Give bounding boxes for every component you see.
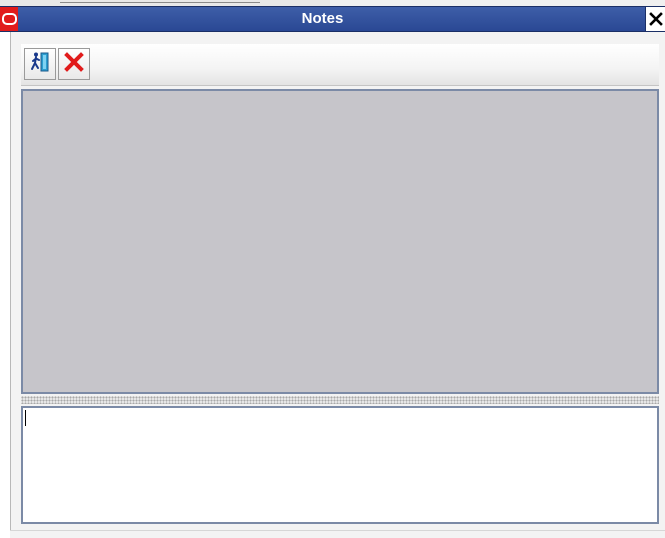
title-bar[interactable]: Notes: [0, 6, 665, 32]
notes-history-panel[interactable]: [21, 89, 659, 394]
delete-button[interactable]: [58, 48, 90, 80]
delete-icon: [64, 52, 84, 76]
exit-icon: [28, 50, 52, 78]
window-left-edge: [0, 32, 10, 538]
notes-window: Notes: [0, 0, 665, 538]
window-title: Notes: [301, 10, 344, 27]
close-icon[interactable]: [645, 7, 665, 31]
note-entry-field[interactable]: [21, 406, 659, 524]
toolbar: [21, 44, 659, 86]
text-cursor: [25, 410, 26, 426]
exit-button[interactable]: [24, 48, 56, 80]
background-window-title: [60, 0, 260, 3]
window-bottom-edge: [10, 530, 665, 538]
panel-splitter[interactable]: [21, 396, 659, 404]
